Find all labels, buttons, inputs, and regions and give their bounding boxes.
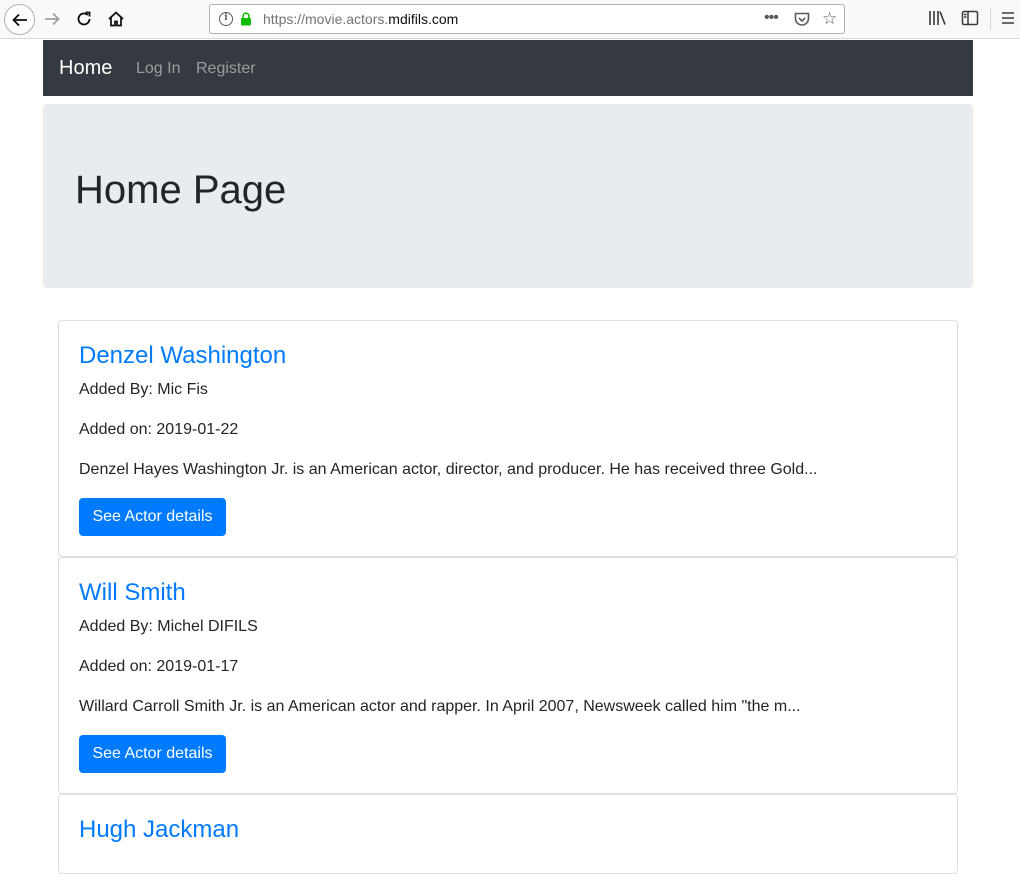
sidebar-icon[interactable] [961,9,979,27]
hamburger-menu-icon[interactable] [1001,9,1015,27]
arrow-left-icon [11,13,27,26]
reload-icon [77,11,91,26]
home-toolbar-button[interactable] [102,5,130,33]
actor-card: Will Smith Added By: Michel DIFILS Added… [58,557,958,794]
actor-description: Willard Carroll Smith Jr. is an American… [79,698,801,715]
added-on-text: Added on: 2019-01-22 [79,421,239,438]
site-navbar: Home Log In Register [43,40,973,96]
actor-name-link[interactable]: Denzel Washington [79,342,286,370]
arrow-right-icon [45,12,60,26]
added-by-text: Added By: Michel DIFILS [79,618,258,635]
url-prefix: https://movie.actors. [263,11,389,27]
navbar-brand-home[interactable]: Home [59,57,112,80]
actor-name-link[interactable]: Will Smith [79,579,186,607]
nav-link-login[interactable]: Log In [136,60,180,78]
actor-description: Denzel Hayes Washington Jr. is an Americ… [79,461,818,478]
forward-button[interactable] [38,5,66,33]
lock-icon[interactable] [240,12,252,26]
home-icon [108,11,124,27]
actor-card: Denzel Washington Added By: Mic Fis Adde… [58,320,958,557]
url-text[interactable]: https://movie.actors.mdifils.com [263,11,458,27]
added-by-text: Added By: Mic Fis [79,381,208,398]
page-actions-button[interactable]: ••• [764,9,779,27]
browser-toolbar: i https://movie.actors.mdifils.com ••• ☆ [0,0,1020,39]
url-bar[interactable]: i https://movie.actors.mdifils.com ••• ☆ [209,4,845,34]
reload-button[interactable] [70,5,98,33]
actor-card: Hugh Jackman [58,794,958,874]
toolbar-separator [990,8,991,30]
see-actor-details-button[interactable]: See Actor details [79,735,226,773]
page-title: Home Page [75,168,287,212]
actor-name-link[interactable]: Hugh Jackman [79,816,239,844]
added-on-text: Added on: 2019-01-17 [79,658,239,675]
star-icon[interactable]: ☆ [822,10,837,28]
pocket-icon[interactable] [794,12,810,27]
url-host: mdifils.com [388,11,459,27]
library-icon[interactable] [928,9,946,27]
info-icon[interactable]: i [219,12,233,26]
nav-link-register[interactable]: Register [196,60,256,78]
see-actor-details-button[interactable]: See Actor details [79,498,226,536]
jumbotron: Home Page [43,104,973,288]
back-button[interactable] [4,4,35,35]
